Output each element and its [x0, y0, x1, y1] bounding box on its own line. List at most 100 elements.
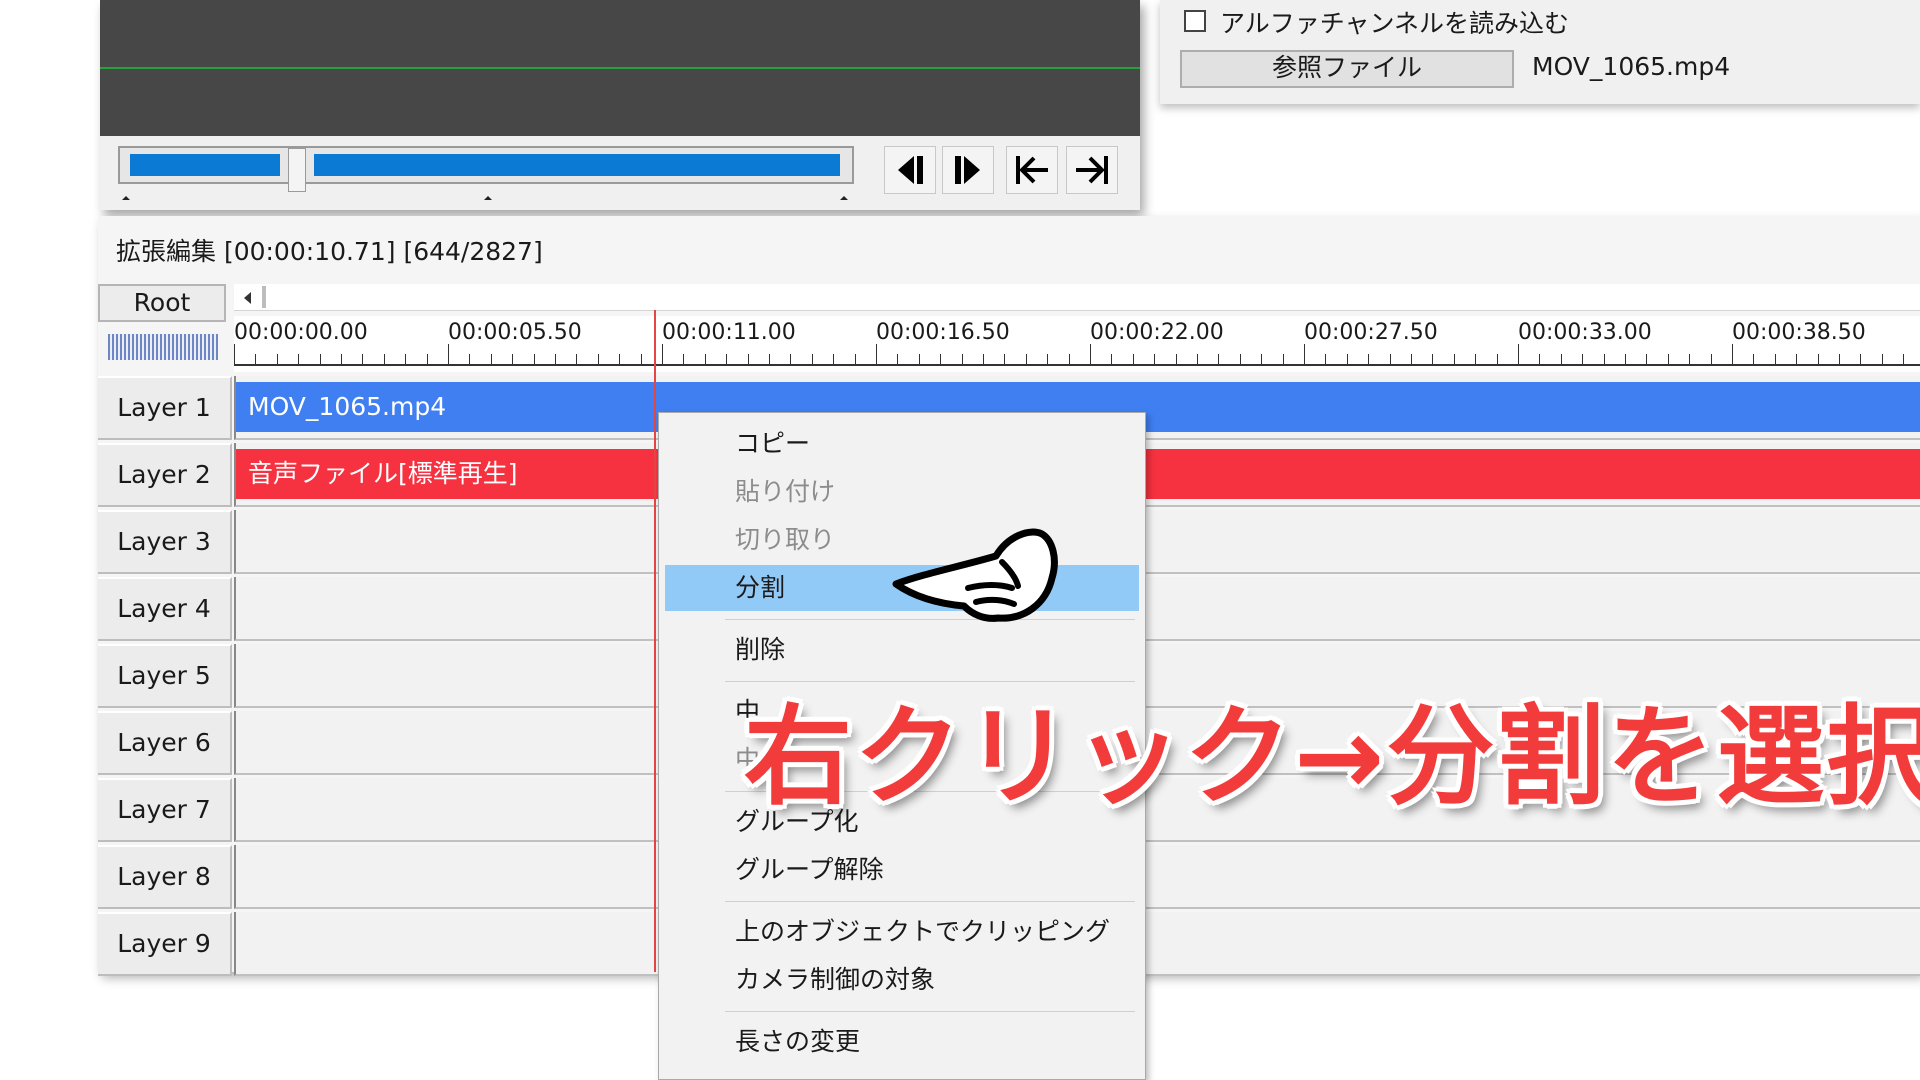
ruler-tick [812, 354, 813, 364]
seek-tick-mark [122, 196, 130, 200]
ruler-tick [876, 344, 877, 364]
ruler-tick [748, 354, 749, 364]
ruler-tick [1539, 354, 1540, 364]
ruler-tick [1668, 354, 1669, 364]
menu-item-camera-target[interactable]: カメラ制御の対象 [665, 957, 1139, 1003]
ruler-tick [1090, 344, 1091, 364]
go-end-button[interactable] [1066, 146, 1118, 194]
ruler-tick [1625, 354, 1626, 364]
pointing-hand-icon [892, 528, 1058, 622]
prev-frame-icon [898, 156, 923, 184]
seek-thumb[interactable] [288, 148, 306, 192]
ruler-tick [1047, 354, 1048, 364]
ruler-tick [1154, 354, 1155, 364]
layer-header[interactable]: Layer 1 [98, 376, 232, 440]
prev-frame-button[interactable] [884, 146, 936, 194]
layer-header[interactable]: Layer 2 [98, 443, 232, 507]
ruler-tick [1069, 354, 1070, 364]
preview-screen [100, 0, 1140, 136]
ruler-tick [341, 354, 342, 364]
ruler-tick [662, 344, 663, 364]
ruler-tick [427, 354, 428, 364]
playhead-line[interactable] [654, 310, 656, 972]
go-start-icon [1016, 156, 1048, 184]
ruler-tick [1261, 354, 1262, 364]
ruler-tick [1839, 354, 1840, 364]
preview-guide-line [100, 67, 1140, 69]
ruler-tick [683, 354, 684, 364]
ruler-tick [1432, 354, 1433, 364]
alpha-channel-label: アルファチャンネルを読み込む [1220, 9, 1570, 38]
layer-header[interactable]: Layer 5 [98, 644, 232, 708]
menu-item-clipping[interactable]: 上のオブジェクトでクリッピング [665, 909, 1139, 955]
ruler-tick [469, 354, 470, 364]
ruler-tick [255, 354, 256, 364]
ruler-tick [598, 354, 599, 364]
time-ruler[interactable]: 00:00:00.00 00:00:05.50 00:00:11.00 00:0… [234, 316, 1920, 372]
timeline-title: 拡張編集 [00:00:10.71] [644/2827] [116, 237, 543, 266]
ruler-tick [833, 354, 834, 364]
layer-header[interactable]: Layer 7 [98, 778, 232, 842]
ruler-tick [983, 354, 984, 364]
ruler-tick [1582, 354, 1583, 364]
seek-bar[interactable] [118, 146, 854, 192]
seek-fill-right [314, 154, 840, 176]
ruler-baseline [234, 364, 1920, 366]
ruler-tick [1133, 354, 1134, 364]
ruler-tick [919, 354, 920, 364]
menu-item-paste[interactable]: 貼り付け [665, 469, 1139, 515]
file-settings-panel: アルファチャンネルを読み込む 参照ファイル MOV_1065.mp4 [1160, 0, 1920, 104]
menu-item-ungroup[interactable]: グループ解除 [665, 847, 1139, 893]
layer-header[interactable]: Layer 8 [98, 845, 232, 909]
ruler-tick [1689, 354, 1690, 364]
layer-header[interactable]: Layer 3 [98, 510, 232, 574]
ruler-tick [298, 354, 299, 364]
ruler-tick [1753, 354, 1754, 364]
go-start-button[interactable] [1006, 146, 1058, 194]
ruler-label: 00:00:38.50 [1732, 320, 1866, 345]
ruler-tick [897, 354, 898, 364]
ruler-tick [1347, 354, 1348, 364]
ruler-label: 00:00:22.00 [1090, 320, 1224, 345]
root-button[interactable]: Root [98, 284, 226, 322]
scroll-thumb[interactable] [262, 286, 266, 308]
menu-item-delete[interactable]: 削除 [665, 627, 1139, 673]
ruler-tick [1411, 354, 1412, 364]
ruler-tick [1218, 354, 1219, 364]
instruction-overlay: 右クリック→分割を選択 [744, 695, 1920, 820]
layer-header[interactable]: Layer 9 [98, 912, 232, 976]
ruler-tick [705, 354, 706, 364]
reference-file-button[interactable]: 参照ファイル [1180, 50, 1514, 88]
ruler-tick [1304, 344, 1305, 364]
layer-header[interactable]: Layer 4 [98, 577, 232, 641]
ruler-tick [1903, 354, 1904, 364]
ruler-label: 00:00:16.50 [876, 320, 1010, 345]
ruler-tick [1518, 344, 1519, 364]
next-frame-icon [955, 156, 980, 184]
menu-item-change-length[interactable]: 長さの変更 [665, 1019, 1139, 1065]
reference-file-name: MOV_1065.mp4 [1532, 52, 1731, 81]
menu-separator [725, 901, 1135, 902]
ruler-tick [1197, 354, 1198, 364]
menu-item-copy[interactable]: コピー [665, 421, 1139, 467]
ruler-tick [277, 354, 278, 364]
ruler-tick [320, 354, 321, 364]
scroll-left-arrow-icon[interactable] [244, 292, 251, 304]
next-frame-button[interactable] [942, 146, 994, 194]
ruler-tick [1475, 354, 1476, 364]
ruler-tick [1390, 354, 1391, 364]
ruler-tick [1796, 354, 1797, 364]
ruler-tick [1026, 354, 1027, 364]
ruler-tick [555, 354, 556, 364]
zoom-gauge[interactable] [108, 334, 218, 360]
ruler-tick [1646, 354, 1647, 364]
layer-header[interactable]: Layer 6 [98, 711, 232, 775]
ruler-tick [1368, 354, 1369, 364]
timeline-hscroll[interactable] [234, 284, 1920, 311]
ruler-tick [769, 354, 770, 364]
ruler-label: 00:00:27.50 [1304, 320, 1438, 345]
alpha-channel-checkbox[interactable] [1184, 10, 1206, 32]
ruler-tick [1882, 354, 1883, 364]
ruler-tick [1732, 344, 1733, 364]
ruler-tick [1111, 354, 1112, 364]
